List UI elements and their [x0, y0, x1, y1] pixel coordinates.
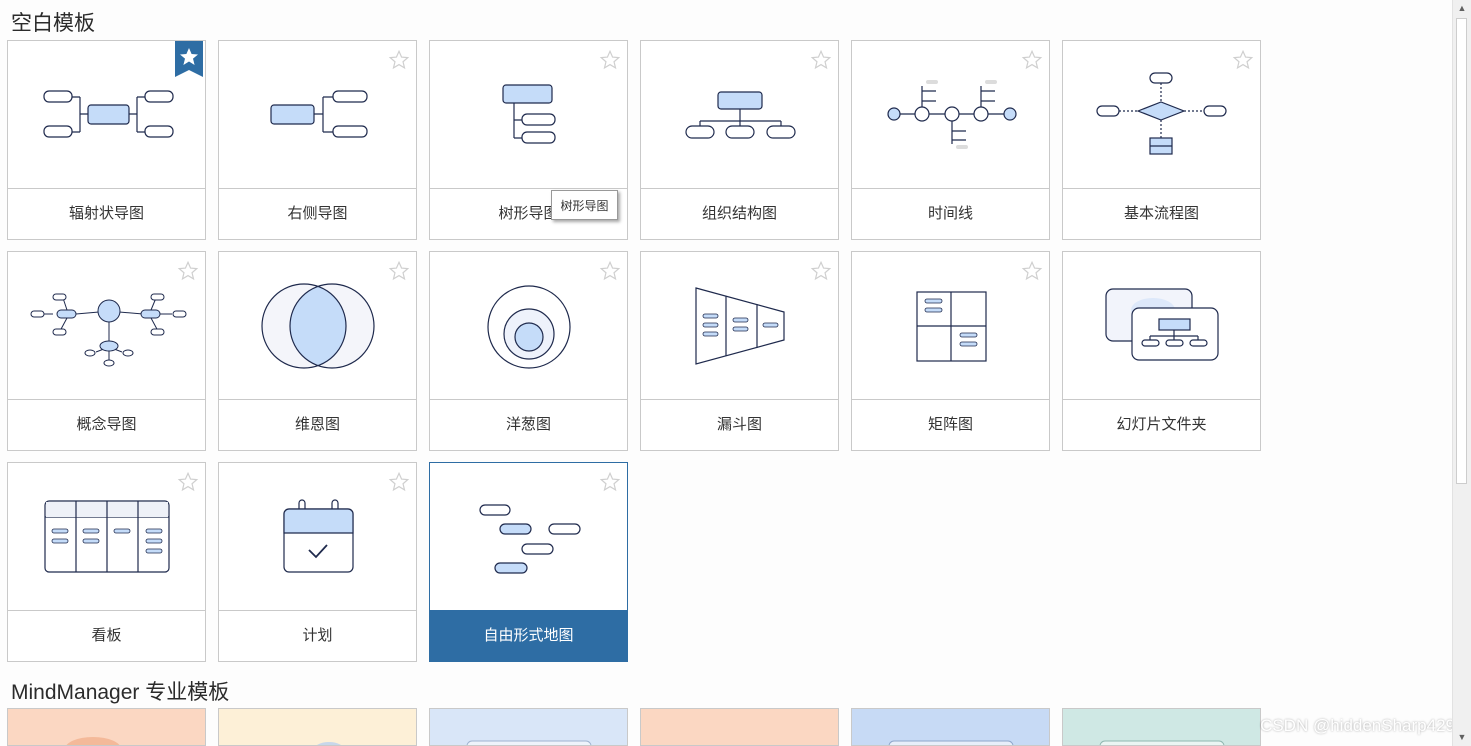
right-map-thumbnail	[219, 41, 416, 189]
star-outline-icon[interactable]	[1021, 49, 1043, 71]
template-label: 右侧导图	[287, 205, 348, 222]
template-label: 自由形式地图	[430, 611, 627, 661]
scroll-up-arrow-icon[interactable]: ▲	[1453, 0, 1471, 17]
slide-folder-thumbnail	[1063, 252, 1260, 400]
csdn-watermark: CSDN @hiddenSharp429	[1260, 716, 1455, 735]
pro-template-card[interactable]	[640, 708, 839, 746]
template-label: 幻灯片文件夹	[1116, 416, 1207, 433]
template-card-venn[interactable]: 维恩图	[218, 251, 417, 451]
star-outline-icon[interactable]	[1232, 49, 1254, 71]
template-label: 漏斗图	[716, 416, 762, 433]
star-outline-icon[interactable]	[599, 260, 621, 282]
section-title-pro: MindManager 专业模板	[11, 681, 230, 704]
concept-map-thumbnail	[8, 252, 205, 400]
template-card-timeline[interactable]: 时间线	[851, 40, 1050, 240]
star-outline-icon[interactable]	[388, 260, 410, 282]
onion-diagram-thumbnail	[430, 252, 627, 400]
template-label: 概念导图	[76, 416, 137, 433]
template-card-freeform[interactable]: 自由形式地图	[429, 462, 628, 662]
tooltip: 树形导图	[551, 190, 618, 220]
star-outline-icon[interactable]	[599, 471, 621, 493]
matrix-chart-thumbnail	[852, 252, 1049, 400]
star-outline-icon[interactable]	[388, 49, 410, 71]
template-label: 时间线	[927, 205, 973, 222]
template-card-right-map[interactable]: 右侧导图	[218, 40, 417, 240]
template-card-kanban[interactable]: 看板	[7, 462, 206, 662]
flowchart-thumbnail	[1063, 41, 1260, 189]
star-outline-icon[interactable]	[810, 49, 832, 71]
scrollbar-thumb[interactable]	[1456, 18, 1467, 484]
star-outline-icon[interactable]	[388, 471, 410, 493]
template-label: 基本流程图	[1123, 205, 1199, 222]
template-card-slide-folder[interactable]: 幻灯片文件夹	[1062, 251, 1261, 451]
org-chart-thumbnail	[641, 41, 838, 189]
template-card-matrix[interactable]: 矩阵图	[851, 251, 1050, 451]
template-card-flowchart[interactable]: 基本流程图	[1062, 40, 1261, 240]
timeline-thumbnail	[852, 41, 1049, 189]
star-outline-icon[interactable]	[810, 260, 832, 282]
template-card-radial[interactable]: 辐射状导图	[7, 40, 206, 240]
star-outline-icon[interactable]	[599, 49, 621, 71]
pro-template-card[interactable]	[1062, 708, 1261, 746]
template-card-org-chart[interactable]: 组织结构图	[640, 40, 839, 240]
template-card-concept-map[interactable]: 概念导图	[7, 251, 206, 451]
funnel-chart-thumbnail	[641, 252, 838, 400]
star-outline-icon[interactable]	[177, 260, 199, 282]
kanban-board-thumbnail	[8, 463, 205, 611]
pro-template-card[interactable]	[7, 708, 206, 746]
template-label: 洋葱图	[505, 416, 551, 433]
vertical-scrollbar[interactable]: ▲ ▼	[1452, 0, 1471, 746]
pro-template-card[interactable]	[851, 708, 1050, 746]
template-label: 矩阵图	[927, 416, 973, 433]
template-card-plan[interactable]: 计划	[218, 462, 417, 662]
template-label: 计划	[302, 627, 333, 644]
section-title-blank: 空白模板	[11, 12, 95, 35]
star-outline-icon[interactable]	[1021, 260, 1043, 282]
template-label: 维恩图	[294, 416, 340, 433]
template-label: 辐射状导图	[68, 205, 144, 222]
pro-template-card[interactable]	[218, 708, 417, 746]
template-label: 组织结构图	[701, 205, 777, 222]
tree-map-thumbnail	[430, 41, 627, 189]
favorite-bookmark-icon[interactable]	[175, 41, 203, 77]
venn-diagram-thumbnail	[219, 252, 416, 400]
template-card-funnel[interactable]: 漏斗图	[640, 251, 839, 451]
pro-template-card[interactable]	[429, 708, 628, 746]
star-outline-icon[interactable]	[177, 471, 199, 493]
scroll-down-arrow-icon[interactable]: ▼	[1453, 729, 1471, 746]
freeform-map-thumbnail	[430, 463, 627, 611]
template-label: 看板	[91, 627, 122, 644]
template-card-onion[interactable]: 洋葱图	[429, 251, 628, 451]
plan-calendar-thumbnail	[219, 463, 416, 611]
